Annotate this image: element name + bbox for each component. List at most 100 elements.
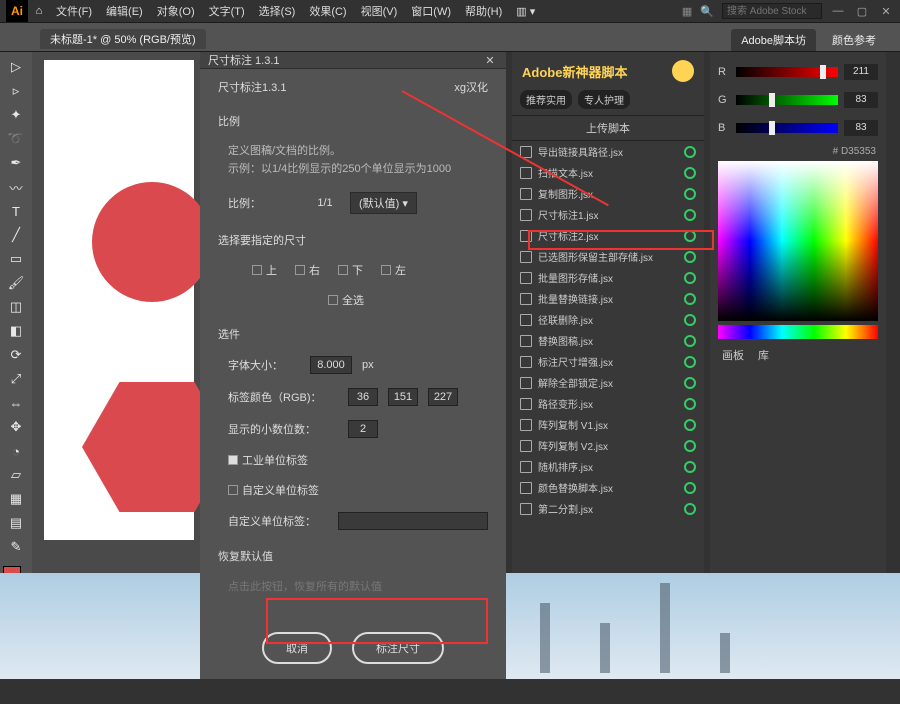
shaper-tool-icon[interactable]: ◫ [4, 296, 28, 318]
annotate-button[interactable]: 标注尺寸 [352, 632, 444, 664]
type-tool-icon[interactable]: T [4, 200, 28, 222]
search-icon[interactable]: 🔍 [700, 5, 714, 18]
download-icon[interactable] [684, 146, 696, 158]
tab-swatches[interactable]: 画板 [722, 347, 744, 363]
direct-selection-tool-icon[interactable]: ▹ [4, 80, 28, 102]
chk-bottom[interactable]: 下 [338, 262, 363, 278]
script-item[interactable]: 路径变形.jsx [512, 393, 704, 414]
value-g[interactable]: 83 [844, 92, 878, 108]
hex-readout[interactable]: # D35353 [718, 142, 878, 161]
color-guide-tab[interactable]: 颜色参考 [822, 29, 886, 51]
download-icon[interactable] [684, 335, 696, 347]
rotate-tool-icon[interactable]: ⟳ [4, 344, 28, 366]
menu-help[interactable]: 帮助(H) [459, 0, 508, 22]
color-spectrum[interactable] [718, 161, 878, 321]
script-item[interactable]: 尺寸标注2.jsx [512, 225, 704, 246]
script-item[interactable]: 第二分割.jsx [512, 498, 704, 519]
menu-layout-icon[interactable]: ▥ ▾ [510, 2, 541, 21]
dialog-titlebar[interactable]: 尺寸标注 1.3.1 ✕ [200, 52, 506, 69]
eraser-tool-icon[interactable]: ◧ [4, 320, 28, 342]
download-icon[interactable] [684, 188, 696, 200]
chk-right[interactable]: 右 [295, 262, 320, 278]
script-item[interactable]: 批量图形存储.jsx [512, 267, 704, 288]
scale-tool-icon[interactable]: ⤢ [4, 368, 28, 390]
download-icon[interactable] [684, 209, 696, 221]
download-icon[interactable] [684, 398, 696, 410]
free-transform-tool-icon[interactable]: ✥ [4, 416, 28, 438]
menu-view[interactable]: 视图(V) [355, 0, 404, 22]
script-item[interactable]: 导出链接具路径.jsx [512, 141, 704, 162]
download-icon[interactable] [684, 293, 696, 305]
script-item[interactable]: 复制图形.jsx [512, 183, 704, 204]
chk-industrial-unit[interactable]: 工业单位标签 [228, 452, 308, 468]
value-b[interactable]: 83 [844, 120, 878, 136]
menu-edit[interactable]: 编辑(E) [100, 0, 149, 22]
menu-file[interactable]: 文件(F) [50, 0, 98, 22]
script-item[interactable]: 阵列复制 V2.jsx [512, 435, 704, 456]
download-icon[interactable] [684, 230, 696, 242]
brush-tool-icon[interactable]: 🖌 [4, 272, 28, 294]
ratio-default-select[interactable]: (默认值) ▾ [350, 192, 417, 214]
selection-tool-icon[interactable]: ▷ [4, 56, 28, 78]
rectangle-tool-icon[interactable]: ▭ [4, 248, 28, 270]
script-item[interactable]: 阵列复制 V1.jsx [512, 414, 704, 435]
chk-select-all[interactable]: 全选 [328, 292, 364, 308]
home-icon[interactable]: ⌂ [30, 2, 48, 20]
lasso-tool-icon[interactable]: ➰ [4, 128, 28, 150]
download-icon[interactable] [684, 461, 696, 473]
window-minimize-icon[interactable]: — [830, 5, 846, 17]
script-item[interactable]: 扫描文本.jsx [512, 162, 704, 183]
download-icon[interactable] [684, 377, 696, 389]
download-icon[interactable] [684, 251, 696, 263]
script-item[interactable]: 批量替换链接.jsx [512, 288, 704, 309]
mesh-tool-icon[interactable]: ▦ [4, 488, 28, 510]
slider-b[interactable] [736, 123, 838, 133]
menu-effect[interactable]: 效果(C) [303, 0, 352, 22]
pen-tool-icon[interactable]: ✒ [4, 152, 28, 174]
script-item[interactable]: 替换图稿.jsx [512, 330, 704, 351]
window-restore-icon[interactable]: ▢ [854, 5, 870, 18]
chk-custom-unit[interactable]: 自定义单位标签 [228, 482, 319, 498]
download-icon[interactable] [684, 482, 696, 494]
perspective-tool-icon[interactable]: ▱ [4, 464, 28, 486]
chk-left[interactable]: 左 [381, 262, 406, 278]
stock-search-input[interactable] [722, 3, 822, 19]
scripts-upload-header[interactable]: 上传脚本 [512, 115, 704, 141]
hue-strip[interactable] [718, 325, 878, 339]
window-close-icon[interactable]: ✕ [878, 5, 894, 18]
pill-recommended[interactable]: 推荐实用 [520, 90, 572, 109]
color-g-input[interactable] [388, 388, 418, 406]
pill-support[interactable]: 专人护理 [578, 90, 630, 109]
curvature-tool-icon[interactable]: 〰 [4, 176, 28, 198]
shape-builder-tool-icon[interactable]: ◔ [4, 440, 28, 462]
menu-select[interactable]: 选择(S) [253, 0, 302, 22]
tab-libraries[interactable]: 库 [758, 347, 769, 363]
color-r-input[interactable] [348, 388, 378, 406]
download-icon[interactable] [684, 167, 696, 179]
scripts-panel-tab[interactable]: Adobe脚本坊 [731, 29, 816, 51]
slider-g[interactable] [736, 95, 838, 105]
line-tool-icon[interactable]: ╱ [4, 224, 28, 246]
fontsize-input[interactable] [310, 356, 352, 374]
download-icon[interactable] [684, 419, 696, 431]
grid-icon[interactable]: ▦ [682, 5, 692, 18]
script-item[interactable]: 已选图形保留主部存储.jsx [512, 246, 704, 267]
magic-wand-tool-icon[interactable]: ✦ [4, 104, 28, 126]
download-icon[interactable] [684, 356, 696, 368]
menu-type[interactable]: 文字(T) [203, 0, 251, 22]
download-icon[interactable] [684, 314, 696, 326]
menu-window[interactable]: 窗口(W) [405, 0, 457, 22]
dialog-close-icon[interactable]: ✕ [482, 54, 498, 67]
cancel-button[interactable]: 取消 [262, 632, 332, 664]
decimals-input[interactable] [348, 420, 378, 438]
script-list[interactable]: 导出链接具路径.jsx扫描文本.jsx复制图形.jsx尺寸标注1.jsx尺寸标注… [512, 141, 704, 627]
width-tool-icon[interactable]: ⇔ [4, 392, 28, 414]
document-tab[interactable]: 未标题-1* @ 50% (RGB/预览) [40, 29, 206, 49]
script-item[interactable]: 尺寸标注1.jsx [512, 204, 704, 225]
menu-object[interactable]: 对象(O) [151, 0, 201, 22]
download-icon[interactable] [684, 440, 696, 452]
download-icon[interactable] [684, 272, 696, 284]
custom-unit-input[interactable] [338, 512, 488, 530]
download-icon[interactable] [684, 503, 696, 515]
script-item[interactable]: 径联删除.jsx [512, 309, 704, 330]
